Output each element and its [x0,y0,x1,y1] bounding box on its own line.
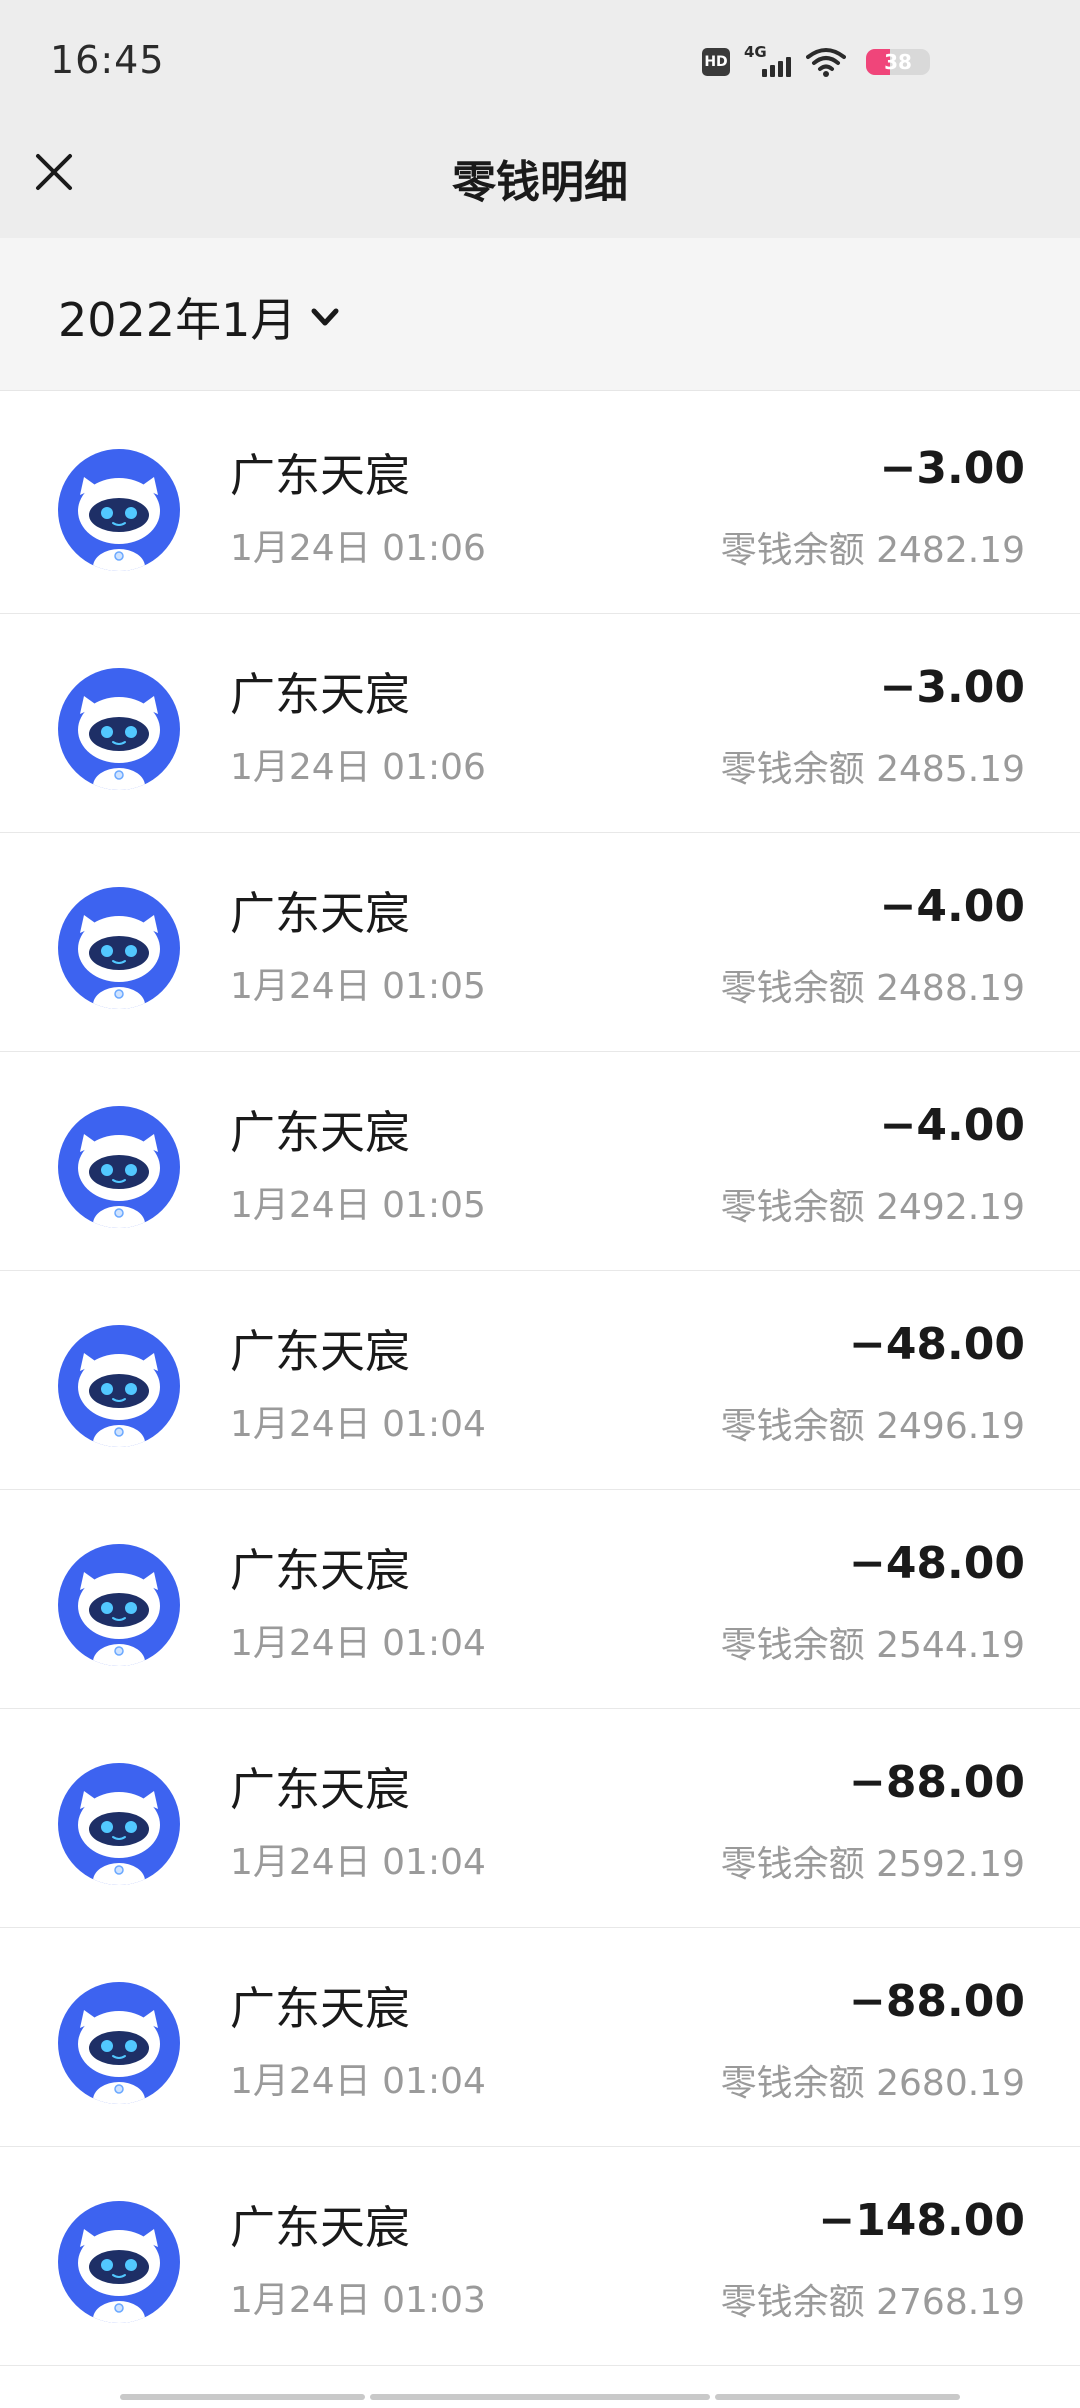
transaction-amount: −88.00 [848,1757,1025,1808]
wifi-icon [806,48,846,77]
cellular-signal-icon: 4G [744,43,792,79]
balance-after: 零钱余额 2482.19 [720,530,1025,571]
transaction-row[interactable]: 广东天宸 1月24日 01:03 −148.00 零钱余额 2768.19 [0,2147,1080,2366]
merchant-name: 广东天宸 [230,2201,411,2254]
transaction-amount: −48.00 [848,1319,1025,1370]
transaction-amount: −4.00 [879,1100,1025,1151]
robot-avatar-icon [58,887,180,1009]
transaction-row[interactable]: 广东天宸 1月24日 01:06 −3.00 零钱余额 2485.19 [0,614,1080,833]
transaction-row[interactable]: 广东天宸 1月24日 01:04 −88.00 零钱余额 2680.19 [0,1928,1080,2147]
network-type-label: 4G [744,43,767,61]
robot-avatar-icon [58,449,180,571]
transaction-row[interactable]: 广东天宸 1月24日 01:04 −48.00 零钱余额 2496.19 [0,1271,1080,1490]
top-area: 16:45 HD 4G 38 零钱明细 [0,0,1080,238]
balance-after: 零钱余额 2592.19 [720,1844,1025,1885]
battery-level: 38 [884,50,912,74]
transaction-time: 1月24日 01:05 [230,966,486,1007]
transaction-amount: −148.00 [818,2195,1025,2246]
transaction-amount: −48.00 [848,1538,1025,1589]
transaction-list: 广东天宸 1月24日 01:06 −3.00 零钱余额 2482.19 广东天宸… [0,395,1080,2366]
balance-after: 零钱余额 2768.19 [720,2282,1025,2323]
transaction-time: 1月24日 01:04 [230,1404,486,1445]
robot-avatar-icon [58,668,180,790]
transaction-row[interactable]: 广东天宸 1月24日 01:04 −48.00 零钱余额 2544.19 [0,1490,1080,1709]
scroll-indicator [120,2394,960,2400]
month-picker[interactable]: 2022年1月 [58,284,342,350]
transaction-row[interactable]: 广东天宸 1月24日 01:05 −4.00 零钱余额 2492.19 [0,1052,1080,1271]
robot-avatar-icon [58,1763,180,1885]
balance-after: 零钱余额 2492.19 [720,1187,1025,1228]
transaction-time: 1月24日 01:06 [230,528,486,569]
transaction-time: 1月24日 01:04 [230,1842,486,1883]
battery-icon: 38 [866,49,930,75]
transaction-time: 1月24日 01:04 [230,2061,486,2102]
transaction-time: 1月24日 01:04 [230,1623,486,1664]
robot-avatar-icon [58,1325,180,1447]
transaction-amount: −3.00 [879,662,1025,713]
transaction-time: 1月24日 01:06 [230,747,486,788]
robot-avatar-icon [58,1106,180,1228]
status-icons: HD 4G 38 [702,43,930,80]
merchant-name: 广东天宸 [230,668,411,721]
balance-after: 零钱余额 2488.19 [720,968,1025,1009]
merchant-name: 广东天宸 [230,1325,411,1378]
chevron-down-icon [311,308,339,326]
status-bar: 16:45 HD 4G 38 [0,0,1080,128]
month-label: 2022年1月 [58,293,297,347]
transaction-amount: −3.00 [879,443,1025,494]
merchant-name: 广东天宸 [230,1982,411,2035]
merchant-name: 广东天宸 [230,1106,411,1159]
balance-after: 零钱余额 2485.19 [720,749,1025,790]
hd-icon: HD [702,48,730,76]
transaction-row[interactable]: 广东天宸 1月24日 01:05 −4.00 零钱余额 2488.19 [0,833,1080,1052]
balance-after: 零钱余额 2680.19 [720,2063,1025,2104]
month-filter-bar: 2022年1月 [0,238,1080,391]
robot-avatar-icon [58,2201,180,2323]
transaction-amount: −88.00 [848,1976,1025,2027]
transaction-row[interactable]: 广东天宸 1月24日 01:04 −88.00 零钱余额 2592.19 [0,1709,1080,1928]
transaction-row[interactable]: 广东天宸 1月24日 01:06 −3.00 零钱余额 2482.19 [0,395,1080,614]
balance-after: 零钱余额 2496.19 [720,1406,1025,1447]
merchant-name: 广东天宸 [230,1763,411,1816]
robot-avatar-icon [58,1982,180,2104]
transaction-time: 1月24日 01:03 [230,2280,486,2321]
status-time: 16:45 [50,38,165,82]
transaction-amount: −4.00 [879,881,1025,932]
balance-after: 零钱余额 2544.19 [720,1625,1025,1666]
merchant-name: 广东天宸 [230,1544,411,1597]
nav-bar: 零钱明细 [0,128,1080,238]
page-title: 零钱明细 [452,157,628,208]
robot-avatar-icon [58,1544,180,1666]
merchant-name: 广东天宸 [230,449,411,502]
merchant-name: 广东天宸 [230,887,411,940]
transaction-time: 1月24日 01:05 [230,1185,486,1226]
